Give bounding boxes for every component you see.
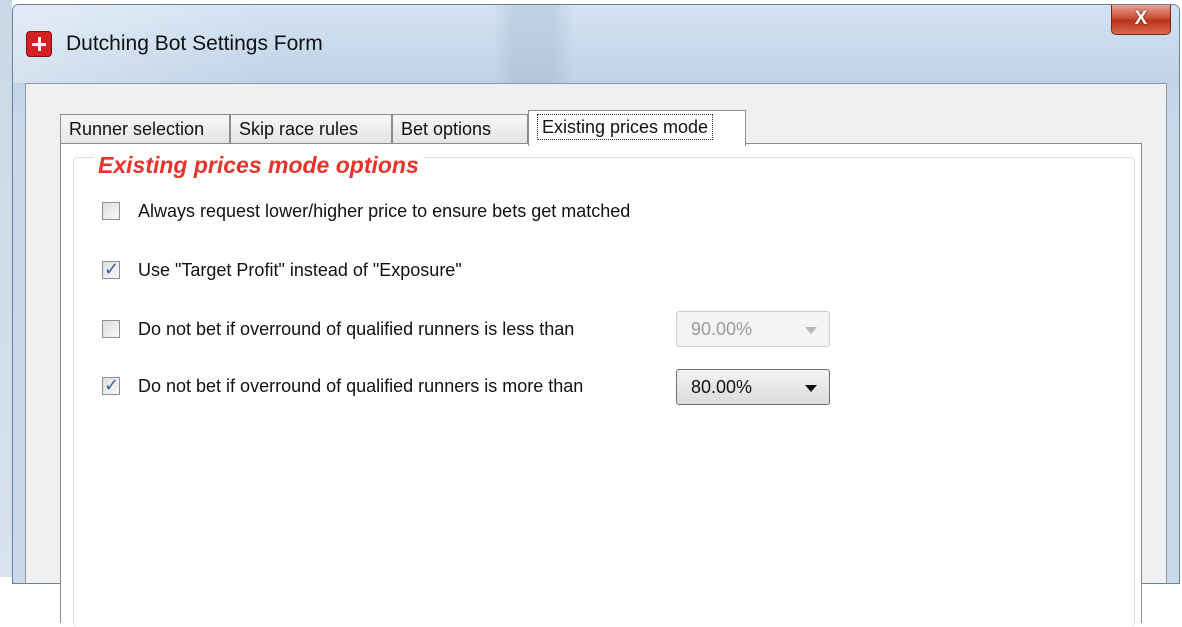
use-target-profit-checkbox[interactable]: ✓: [102, 259, 120, 279]
overround-more-than-checkbox[interactable]: ✓: [102, 375, 120, 395]
overround-less-than-checkbox[interactable]: [102, 320, 120, 338]
tab-skip-race-rules[interactable]: Skip race rules: [230, 114, 392, 144]
dropdown-value: 80.00%: [691, 377, 753, 397]
option-use-target-profit: ✓ Use "Target Profit" instead of "Exposu…: [102, 257, 462, 283]
client-area: Runner selection Skip race rules Bet opt…: [25, 83, 1167, 627]
existing-prices-mode-group: Existing prices mode options Always requ…: [73, 154, 1135, 627]
chevron-down-icon: [805, 327, 817, 334]
settings-window: Dutching Bot Settings Form X Runner sele…: [12, 4, 1180, 627]
tab-existing-prices-mode[interactable]: Existing prices mode: [528, 110, 746, 146]
option-always-request-price: Always request lower/higher price to ens…: [102, 198, 630, 224]
close-button[interactable]: X: [1111, 5, 1171, 35]
overround-more-than-dropdown[interactable]: 80.00%: [676, 369, 830, 405]
tab-runner-selection[interactable]: Runner selection: [60, 114, 230, 144]
tab-label: Existing prices mode: [537, 114, 714, 140]
checkmark-icon: ✓: [104, 375, 120, 395]
always-request-price-checkbox[interactable]: [102, 202, 120, 220]
tab-label: Runner selection: [69, 119, 205, 139]
tab-label: Skip race rules: [239, 119, 359, 139]
tab-bet-options[interactable]: Bet options: [392, 114, 528, 144]
overround-less-than-dropdown[interactable]: 90.00%: [676, 311, 830, 347]
window-title: Dutching Bot Settings Form: [66, 32, 323, 55]
title-bar[interactable]: Dutching Bot Settings Form X: [13, 5, 1179, 83]
chevron-down-icon: [805, 385, 817, 392]
option-overround-more-than: ✓ Do not bet if overround of qualified r…: [102, 373, 583, 399]
close-icon: X: [1134, 8, 1148, 29]
app-icon[interactable]: [26, 31, 52, 57]
group-title: Existing prices mode options: [94, 154, 423, 177]
dropdown-value: 90.00%: [691, 319, 753, 339]
option-label: Use "Target Profit" instead of "Exposure…: [138, 259, 462, 280]
option-label: Always request lower/higher price to ens…: [138, 200, 631, 221]
option-label: Do not bet if overround of qualified run…: [138, 318, 575, 339]
option-overround-less-than: Do not bet if overround of qualified run…: [102, 316, 574, 342]
option-label: Do not bet if overround of qualified run…: [138, 375, 584, 396]
tab-label: Bet options: [401, 119, 492, 139]
checkmark-icon: ✓: [104, 259, 120, 279]
desktop-background: [0, 0, 12, 577]
tab-panel: Existing prices mode options Always requ…: [60, 143, 1142, 627]
